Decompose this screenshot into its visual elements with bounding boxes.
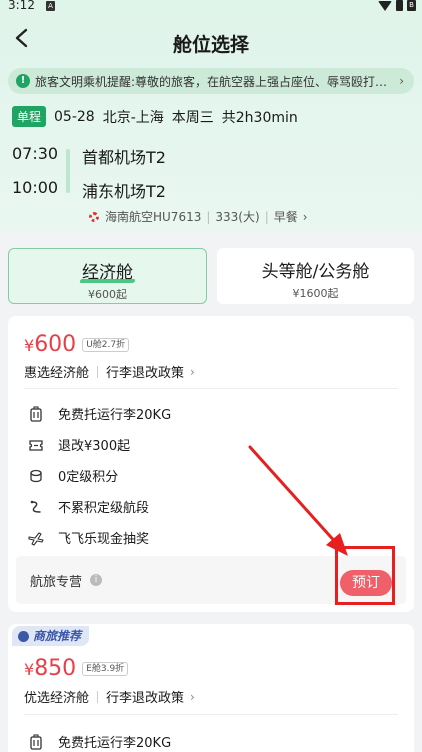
luggage-icon — [30, 405, 42, 422]
separator — [97, 690, 99, 703]
nav-bar: 舱位选择 — [0, 14, 422, 64]
fare-name-row[interactable]: 优选经济舱 行李退改政策 › — [24, 687, 195, 707]
trip-duration: 共2h30min — [221, 109, 298, 126]
highlight-box — [335, 546, 395, 605]
chevron-right-icon: › — [190, 364, 195, 379]
fare-name: 惠选经济舱 — [24, 366, 90, 381]
trip-type-tag: 单程 — [12, 106, 47, 127]
fare-price: ¥850 — [24, 656, 77, 681]
baggage-policy-link[interactable]: 行李退改政策 — [106, 687, 184, 706]
business-recommend-badge: 商旅推荐 — [12, 626, 90, 646]
tab-label: 头等舱/公务舱 — [261, 262, 370, 282]
fare-name: 优选经济舱 — [24, 691, 90, 706]
fare-name-row[interactable]: 惠选经济舱 行李退改政策 › — [24, 362, 195, 382]
divider — [24, 388, 398, 389]
tab-price: ¥600起 — [88, 288, 127, 301]
arrival-time: 10:00 — [12, 178, 59, 197]
status-time: 3:12 — [8, 0, 35, 12]
refund-ticket-icon — [29, 439, 43, 451]
cabin-tabs: 经济舱 ¥600起 头等舱/公务舱 ¥1600起 — [8, 248, 414, 304]
flight-number: 海南航空HU7613 — [105, 210, 202, 224]
status-right-icons: B — [378, 0, 416, 11]
benefit-item: 免费托运行李20KG — [28, 404, 171, 423]
tab-economy[interactable]: 经济舱 ¥600起 — [8, 248, 207, 304]
fare-price-row: ¥850 E舱3.9折 — [24, 656, 129, 681]
separator: | — [264, 209, 269, 224]
fare-price-row: ¥600 U舱2.7折 — [24, 332, 130, 357]
segment-route-icon — [30, 500, 41, 513]
discount-tag: U舱2.7折 — [82, 337, 130, 352]
chevron-right-icon: › — [190, 689, 195, 704]
tab-first-business[interactable]: 头等舱/公务舱 ¥1600起 — [217, 248, 414, 304]
benefit-item: 不累积定级航段 — [28, 497, 149, 516]
notification-icon: A — [46, 1, 55, 11]
notice-text: 旅客文明乘机提醒:尊敬的旅客，在航空器上强占座位、辱骂殴打工作人员等行为 — [35, 74, 395, 89]
luggage-icon — [30, 733, 42, 750]
app-badge-icon: B — [407, 0, 416, 11]
flight-info[interactable]: 海南航空HU7613 | 333(大) | 早餐 › — [88, 208, 308, 225]
civil-notice-banner[interactable]: ! 旅客文明乘机提醒:尊敬的旅客，在航空器上强占座位、辱骂殴打工作人员等行为 › — [8, 68, 414, 94]
benefit-item: 飞飞乐现金抽奖 — [28, 528, 149, 547]
fare-price: ¥600 — [24, 332, 77, 357]
chevron-right-icon: › — [399, 74, 404, 88]
badge-icon — [18, 630, 29, 642]
help-icon[interactable]: i — [90, 574, 103, 586]
benefit-item: 0定级积分 — [28, 466, 118, 485]
discount-tag: E舱3.9折 — [82, 661, 129, 676]
battery-icon — [396, 0, 403, 11]
trip-route: 北京-上海 — [102, 109, 164, 126]
chevron-right-icon: › — [302, 209, 308, 224]
trip-date: 05-28 — [54, 108, 95, 125]
seller-name: 航旅专营 — [30, 574, 83, 590]
separator: | — [206, 209, 211, 224]
info-icon: ! — [16, 74, 30, 88]
benefit-item: 免费托运行李20KG — [28, 732, 171, 751]
timeline-bar — [66, 149, 70, 193]
trip-weekday: 本周三 — [171, 109, 214, 126]
trip-summary: 单程 05-28 北京-上海 本周三 共2h30min — [12, 106, 306, 127]
benefit-item: 退改¥300起 — [28, 435, 130, 454]
tab-price: ¥1600起 — [292, 287, 339, 300]
departure-airport: 首都机场T2 — [82, 148, 166, 167]
wifi-icon — [378, 0, 392, 11]
separator — [97, 365, 99, 378]
flight-times: 07:30 10:00 首都机场T2 浦东机场T2 — [12, 144, 412, 204]
divider — [24, 714, 398, 715]
airline-logo-icon — [88, 211, 100, 223]
meal-info: 早餐 — [273, 210, 298, 224]
arrival-airport: 浦东机场T2 — [82, 182, 166, 201]
points-coin-icon — [30, 469, 42, 482]
lottery-plane-icon — [28, 531, 44, 546]
tab-label: 经济舱 — [82, 258, 133, 283]
aircraft-type: 333(大) — [215, 210, 260, 224]
status-bar: 3:12 A B — [0, 0, 422, 14]
baggage-policy-link[interactable]: 行李退改政策 — [106, 362, 184, 381]
page-title: 舱位选择 — [172, 34, 249, 56]
departure-time: 07:30 — [12, 144, 59, 163]
